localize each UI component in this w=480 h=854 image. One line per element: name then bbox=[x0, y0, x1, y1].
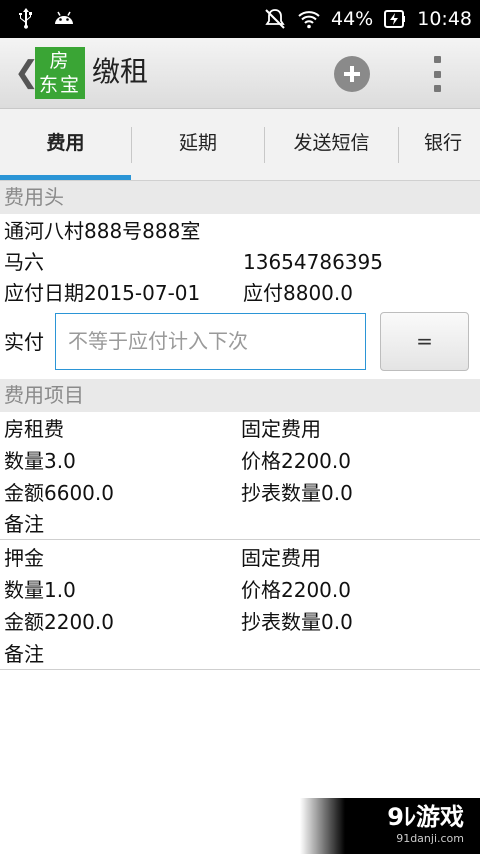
fee-item-name: 押金 bbox=[4, 546, 44, 570]
logo-line-2: 东宝 bbox=[38, 74, 81, 96]
list-divider bbox=[0, 669, 480, 670]
plus-icon bbox=[344, 66, 360, 82]
action-bar: ❮ 房 东宝 缴租 bbox=[0, 38, 480, 109]
tenant-phone: 13654786395 bbox=[243, 250, 383, 274]
add-button[interactable] bbox=[334, 56, 370, 92]
battery-percentage: 44% bbox=[331, 8, 374, 30]
watermark-site: 91danji.com bbox=[396, 832, 464, 845]
fee-item-note: 备注 bbox=[4, 642, 44, 666]
tab-strip: 费用 延期 发送短信 银行账 bbox=[0, 109, 480, 181]
app-logo[interactable]: 房 东宝 bbox=[35, 47, 85, 99]
watermark: 9ﾚ游戏 91danji.com bbox=[300, 798, 480, 854]
clock: 10:48 bbox=[417, 8, 472, 30]
fee-item-note: 备注 bbox=[4, 512, 44, 536]
tab-postpone[interactable]: 延期 bbox=[132, 109, 264, 180]
tab-selected-indicator bbox=[0, 175, 131, 180]
status-bar: 44% 10:48 bbox=[0, 0, 480, 38]
wifi-icon bbox=[298, 11, 320, 29]
list-divider bbox=[0, 539, 480, 540]
paid-label: 实付 bbox=[4, 330, 44, 354]
fee-item-type: 固定费用 bbox=[241, 546, 321, 570]
tenant-name: 马六 bbox=[4, 250, 44, 274]
tab-bank-account[interactable]: 银行账 bbox=[399, 109, 480, 180]
equals-button[interactable]: = bbox=[380, 312, 469, 371]
due-date: 应付日期2015-07-01 bbox=[4, 281, 201, 305]
paid-amount-input[interactable]: 不等于应付计入下次 bbox=[55, 313, 366, 370]
fee-item-price: 价格2200.0 bbox=[241, 578, 351, 602]
fee-item-amount: 金额2200.0 bbox=[4, 610, 114, 634]
tab-send-sms[interactable]: 发送短信 bbox=[265, 109, 398, 180]
fee-item-amount: 金额6600.0 bbox=[4, 481, 114, 505]
logo-line-1: 房 bbox=[49, 50, 71, 72]
fee-item-type: 固定费用 bbox=[241, 417, 321, 441]
android-debug-icon bbox=[55, 11, 73, 24]
page-title: 缴租 bbox=[92, 55, 149, 88]
section-header-fee-items: 费用项目 bbox=[0, 379, 480, 412]
fee-item-meter: 抄表数量0.0 bbox=[241, 610, 353, 634]
fee-item-name: 房租费 bbox=[4, 417, 64, 441]
mute-icon bbox=[265, 9, 285, 29]
watermark-brand: 9ﾚ游戏 bbox=[387, 803, 464, 831]
usb-icon bbox=[19, 8, 32, 29]
fee-item-price: 价格2200.0 bbox=[241, 449, 351, 473]
amount-due: 应付8800.0 bbox=[243, 281, 353, 305]
address-text: 通河八村888号888室 bbox=[4, 219, 201, 243]
overflow-menu-icon[interactable] bbox=[426, 56, 448, 92]
fee-item-quantity: 数量3.0 bbox=[4, 449, 76, 473]
section-header-fee: 费用头 bbox=[0, 181, 480, 214]
fee-item-meter: 抄表数量0.0 bbox=[241, 481, 353, 505]
fee-item-quantity: 数量1.0 bbox=[4, 578, 76, 602]
battery-charging-icon bbox=[384, 10, 406, 28]
tab-fees[interactable]: 费用 bbox=[0, 109, 131, 180]
